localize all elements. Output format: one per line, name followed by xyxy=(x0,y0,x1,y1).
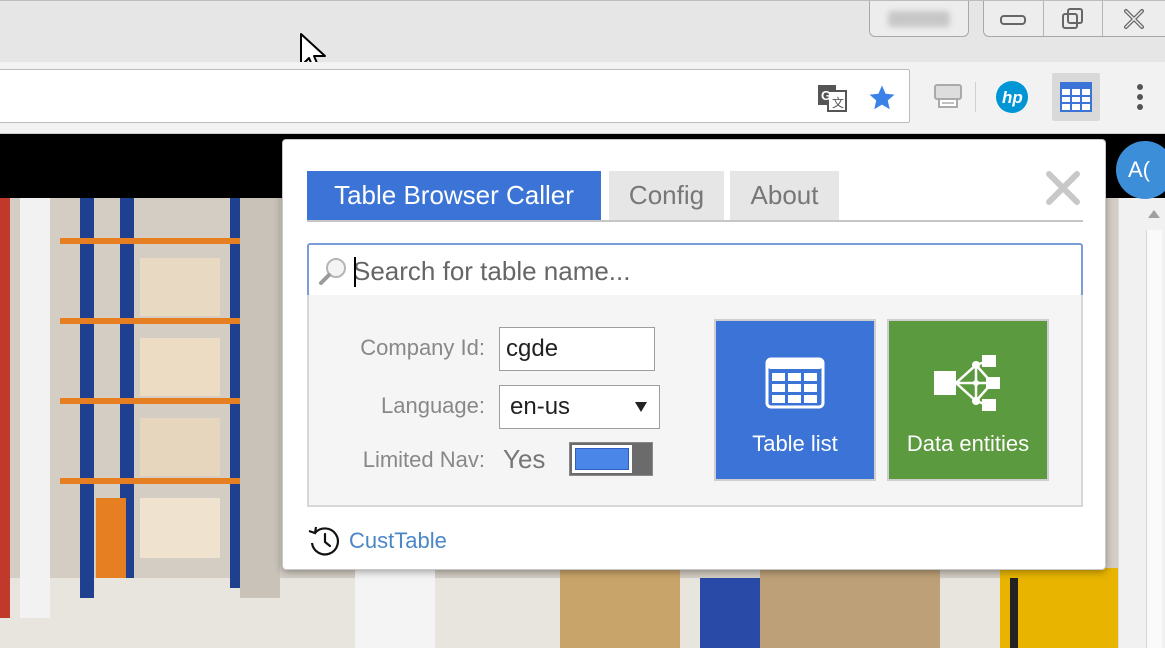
tab-about[interactable]: About xyxy=(730,171,839,220)
user-avatar[interactable]: A( xyxy=(1116,141,1165,199)
toggle-fill xyxy=(575,448,629,470)
table-browser-extension-icon xyxy=(1060,82,1092,112)
table-grid-icon xyxy=(765,357,825,409)
chevron-down-icon xyxy=(635,402,647,412)
window-titlebar xyxy=(0,0,1165,73)
close-window-button[interactable] xyxy=(1103,1,1165,36)
language-value: en-us xyxy=(510,393,571,420)
toolbar-separator xyxy=(975,82,976,112)
history-icon xyxy=(308,526,339,556)
chrome-menu-button[interactable] xyxy=(1116,73,1164,121)
recent-table-link[interactable]: CustTable xyxy=(349,528,447,554)
recent-history: CustTable xyxy=(307,525,447,557)
data-entities-button[interactable]: Data entities xyxy=(887,319,1049,481)
text-caret xyxy=(354,257,356,287)
company-id-value: cgde xyxy=(506,335,559,362)
profile-button[interactable] xyxy=(869,1,969,37)
minimize-icon xyxy=(1000,14,1027,25)
tab-table-browser-caller[interactable]: Table Browser Caller xyxy=(307,171,601,220)
search-icon xyxy=(319,258,346,285)
address-bar[interactable]: G 文 xyxy=(0,69,910,123)
close-icon xyxy=(1124,8,1145,29)
limited-nav-value: Yes xyxy=(503,444,546,474)
data-entities-icon xyxy=(934,355,1000,411)
restore-icon xyxy=(1062,7,1083,29)
language-label: Language: xyxy=(381,393,485,418)
window-controls xyxy=(983,1,1165,37)
scrollbar-thumb[interactable] xyxy=(1146,230,1162,648)
table-search-box xyxy=(307,243,1083,297)
bookmark-star-icon xyxy=(869,85,895,110)
company-id-field[interactable]: cgde xyxy=(499,327,655,371)
printer-extension-button[interactable] xyxy=(924,73,972,121)
tab-config[interactable]: Config xyxy=(609,171,724,220)
company-id-label: Company Id: xyxy=(360,335,485,360)
hp-extension-icon: hp xyxy=(996,81,1028,113)
printer-extension-icon xyxy=(934,84,962,108)
limited-nav-toggle[interactable] xyxy=(569,442,653,476)
settings-panel: Company Id: cgde Language: en-us Limited… xyxy=(307,295,1083,507)
translate-icon: G 文 xyxy=(818,85,847,112)
translate-button[interactable]: G 文 xyxy=(817,83,847,113)
svg-text:文: 文 xyxy=(832,95,844,110)
minimize-button[interactable] xyxy=(984,1,1044,36)
table-browser-extension-button[interactable] xyxy=(1052,73,1100,121)
data-entities-label: Data entities xyxy=(906,431,1030,456)
popup-tabs: Table Browser Caller Config About xyxy=(307,171,1083,222)
svg-text:G: G xyxy=(821,88,831,103)
restore-button[interactable] xyxy=(1044,1,1104,36)
tile-icon-wrap xyxy=(765,353,825,413)
more-vert-icon xyxy=(1137,84,1143,110)
language-select[interactable]: en-us xyxy=(499,385,660,429)
hp-extension-button[interactable]: hp xyxy=(988,73,1036,121)
table-list-button[interactable]: Table list xyxy=(714,319,876,481)
browser-toolbar: G 文 hp xyxy=(0,62,1165,134)
scroll-up-arrow-icon[interactable] xyxy=(1148,210,1160,218)
avatar-initials: A( xyxy=(1128,157,1150,182)
extension-popup: Table Browser Caller Config About Compan… xyxy=(282,139,1106,570)
bookmark-button[interactable] xyxy=(867,83,897,113)
svg-text:hp: hp xyxy=(1002,88,1023,107)
limited-nav-label: Limited Nav: xyxy=(362,447,485,472)
table-search-input[interactable] xyxy=(353,251,1073,291)
tile-icon-wrap xyxy=(932,353,1004,413)
table-list-label: Table list xyxy=(752,431,838,456)
